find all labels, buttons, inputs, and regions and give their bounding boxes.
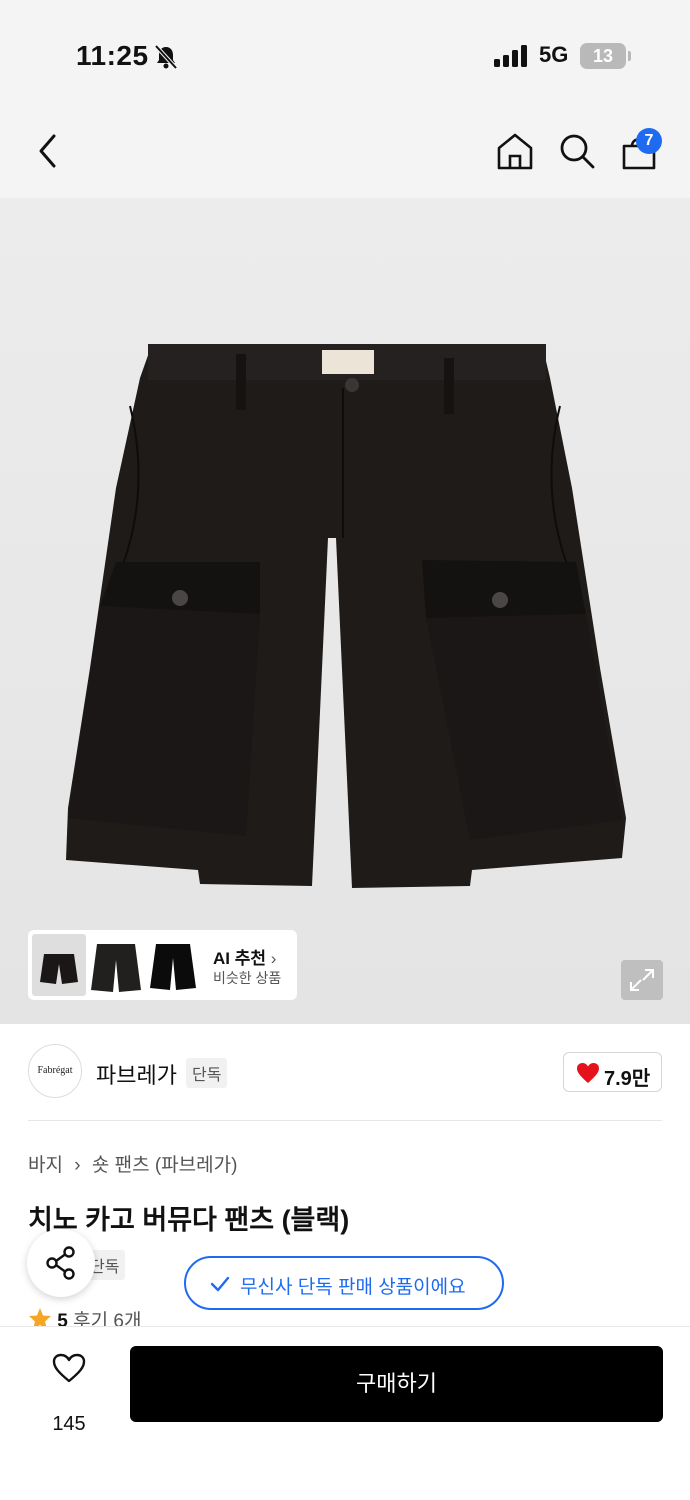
- bottom-bar: 145 구매하기: [0, 1326, 690, 1500]
- product-shorts-image: [66, 344, 626, 888]
- like-count: 145: [52, 1413, 86, 1435]
- product-title: 치노 카고 버뮤다 팬츠 (블랙): [28, 1205, 350, 1235]
- breadcrumb-item[interactable]: 바지: [28, 1155, 63, 1176]
- battery-icon: 13: [580, 43, 626, 69]
- like-button[interactable]: 145: [36, 1349, 102, 1435]
- expand-icon: [630, 969, 654, 991]
- brand-logo[interactable]: Fabrégat: [28, 1044, 82, 1098]
- breadcrumb-item[interactable]: 숏 팬츠 (파브레가): [92, 1155, 238, 1176]
- brand-name[interactable]: 파브레가: [96, 1058, 177, 1090]
- brand-like-button[interactable]: 7.9만: [563, 1052, 662, 1092]
- ai-recommend-title[interactable]: AI 추천 ›: [213, 944, 276, 969]
- thumbnail-3[interactable]: [146, 934, 200, 996]
- heart-filled-icon: [577, 1063, 599, 1083]
- top-nav: [0, 100, 690, 198]
- buy-button[interactable]: 구매하기: [130, 1346, 663, 1422]
- status-time: 11:25: [76, 40, 149, 71]
- bell-muted-icon: [154, 44, 178, 70]
- expand-button[interactable]: [621, 960, 663, 1000]
- status-bar: 11:25 5G 13: [0, 0, 690, 100]
- exclusive-toast: 무신사 단독 판매 상품이에요: [184, 1256, 504, 1310]
- network-label: 5G: [539, 42, 569, 67]
- exclusive-tag: 단독: [186, 1058, 228, 1088]
- brand-like-count: 7.9만: [604, 1068, 651, 1090]
- brand-row: Fabrégat 파브레가 단독 7.9만: [0, 1024, 690, 1120]
- heart-outline-icon: [52, 1353, 86, 1383]
- home-icon[interactable]: [496, 132, 534, 170]
- signal-icon: [494, 45, 527, 67]
- thumbnail-shorts-icon: [40, 954, 78, 984]
- ai-recommend-label: AI 추천: [213, 949, 267, 968]
- share-button[interactable]: [27, 1229, 95, 1297]
- thumbnail-strip: AI 추천 › 비슷한 상품: [28, 930, 297, 1000]
- ai-recommend-subtitle: 비슷한 상품: [213, 970, 282, 986]
- breadcrumb: 바지 › 숏 팬츠 (파브레가): [28, 1150, 237, 1177]
- check-icon: [210, 1276, 230, 1292]
- thumbnail-shorts-icon: [91, 944, 141, 992]
- thumbnail-shorts-icon: [150, 944, 196, 990]
- toast-text: 무신사 단독 판매 상품이에요: [240, 1277, 466, 1298]
- chevron-right-icon: ›: [270, 949, 277, 968]
- share-icon: [46, 1246, 75, 1280]
- thumbnail-1[interactable]: [32, 934, 86, 996]
- cart-count-badge: 7: [636, 128, 662, 154]
- search-icon[interactable]: [558, 132, 596, 170]
- battery-tip: [628, 51, 631, 61]
- chevron-right-icon: ›: [74, 1155, 81, 1176]
- product-image[interactable]: [0, 198, 690, 1024]
- back-arrow-icon[interactable]: [36, 132, 60, 170]
- divider: [28, 1120, 662, 1121]
- thumbnail-2[interactable]: [89, 934, 143, 996]
